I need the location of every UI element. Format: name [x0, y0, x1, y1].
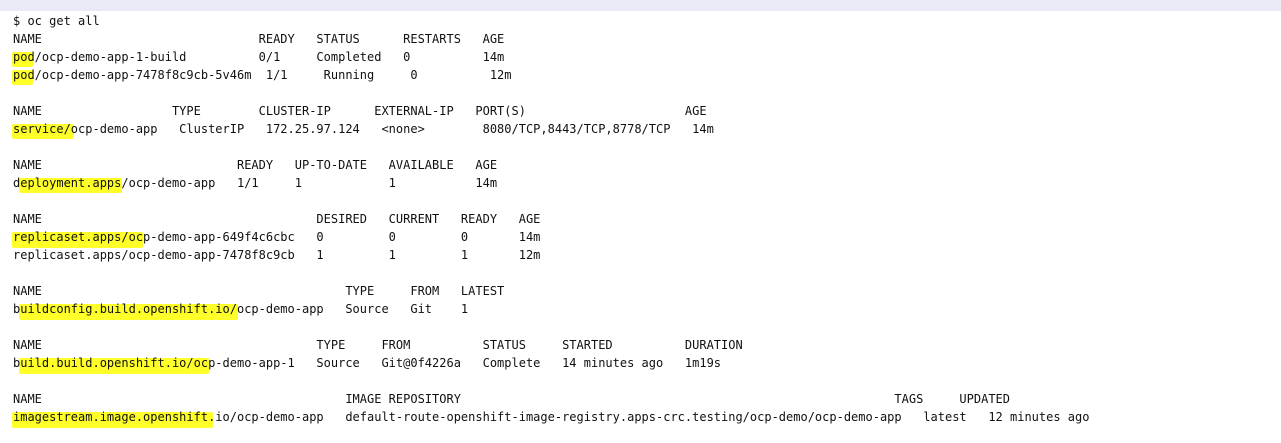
buildconfigs-table-row: buildconfig.build.openshift.io/ocp-demo-…: [13, 302, 469, 316]
command-line: $ oc get all: [13, 14, 100, 28]
services-table-header: NAME TYPE CLUSTER-IP EXTERNAL-IP PORT(S)…: [13, 104, 707, 118]
buildconfigs-table-header: NAME TYPE FROM LATEST: [13, 284, 505, 298]
replicasets-table-header: NAME DESIRED CURRENT READY AGE: [13, 212, 541, 226]
pods-table-header: NAME READY STATUS RESTARTS AGE: [13, 32, 505, 46]
builds-table-row: build.build.openshift.io/ocp-demo-app-1 …: [13, 356, 722, 370]
deployments-table-header: NAME READY UP-TO-DATE AVAILABLE AGE: [13, 158, 498, 172]
terminal-output[interactable]: $ oc get all NAME READY STATUS RESTARTS …: [0, 11, 1281, 443]
pods-table-row: pod/ocp-demo-app-1-build 0/1 Completed 0…: [13, 50, 505, 64]
pods-table-row: pod/ocp-demo-app-7478f8c9cb-5v46m 1/1 Ru…: [13, 68, 512, 82]
services-table-row: service/ocp-demo-app ClusterIP 172.25.97…: [13, 122, 714, 136]
deployments-table-row: deployment.apps/ocp-demo-app 1/1 1 1 14m: [13, 176, 498, 190]
imagestreams-table-header: NAME IMAGE REPOSITORY TAGS UPDATED: [13, 392, 1010, 406]
imagestreams-table-row: imagestream.image.openshift.io/ocp-demo-…: [13, 410, 1090, 424]
builds-table-header: NAME TYPE FROM STATUS STARTED DURATION: [13, 338, 743, 352]
replicasets-table-row: replicaset.apps/ocp-demo-app-7478f8c9cb …: [13, 248, 541, 262]
replicasets-table-row: replicaset.apps/ocp-demo-app-649f4c6cbc …: [13, 230, 541, 244]
